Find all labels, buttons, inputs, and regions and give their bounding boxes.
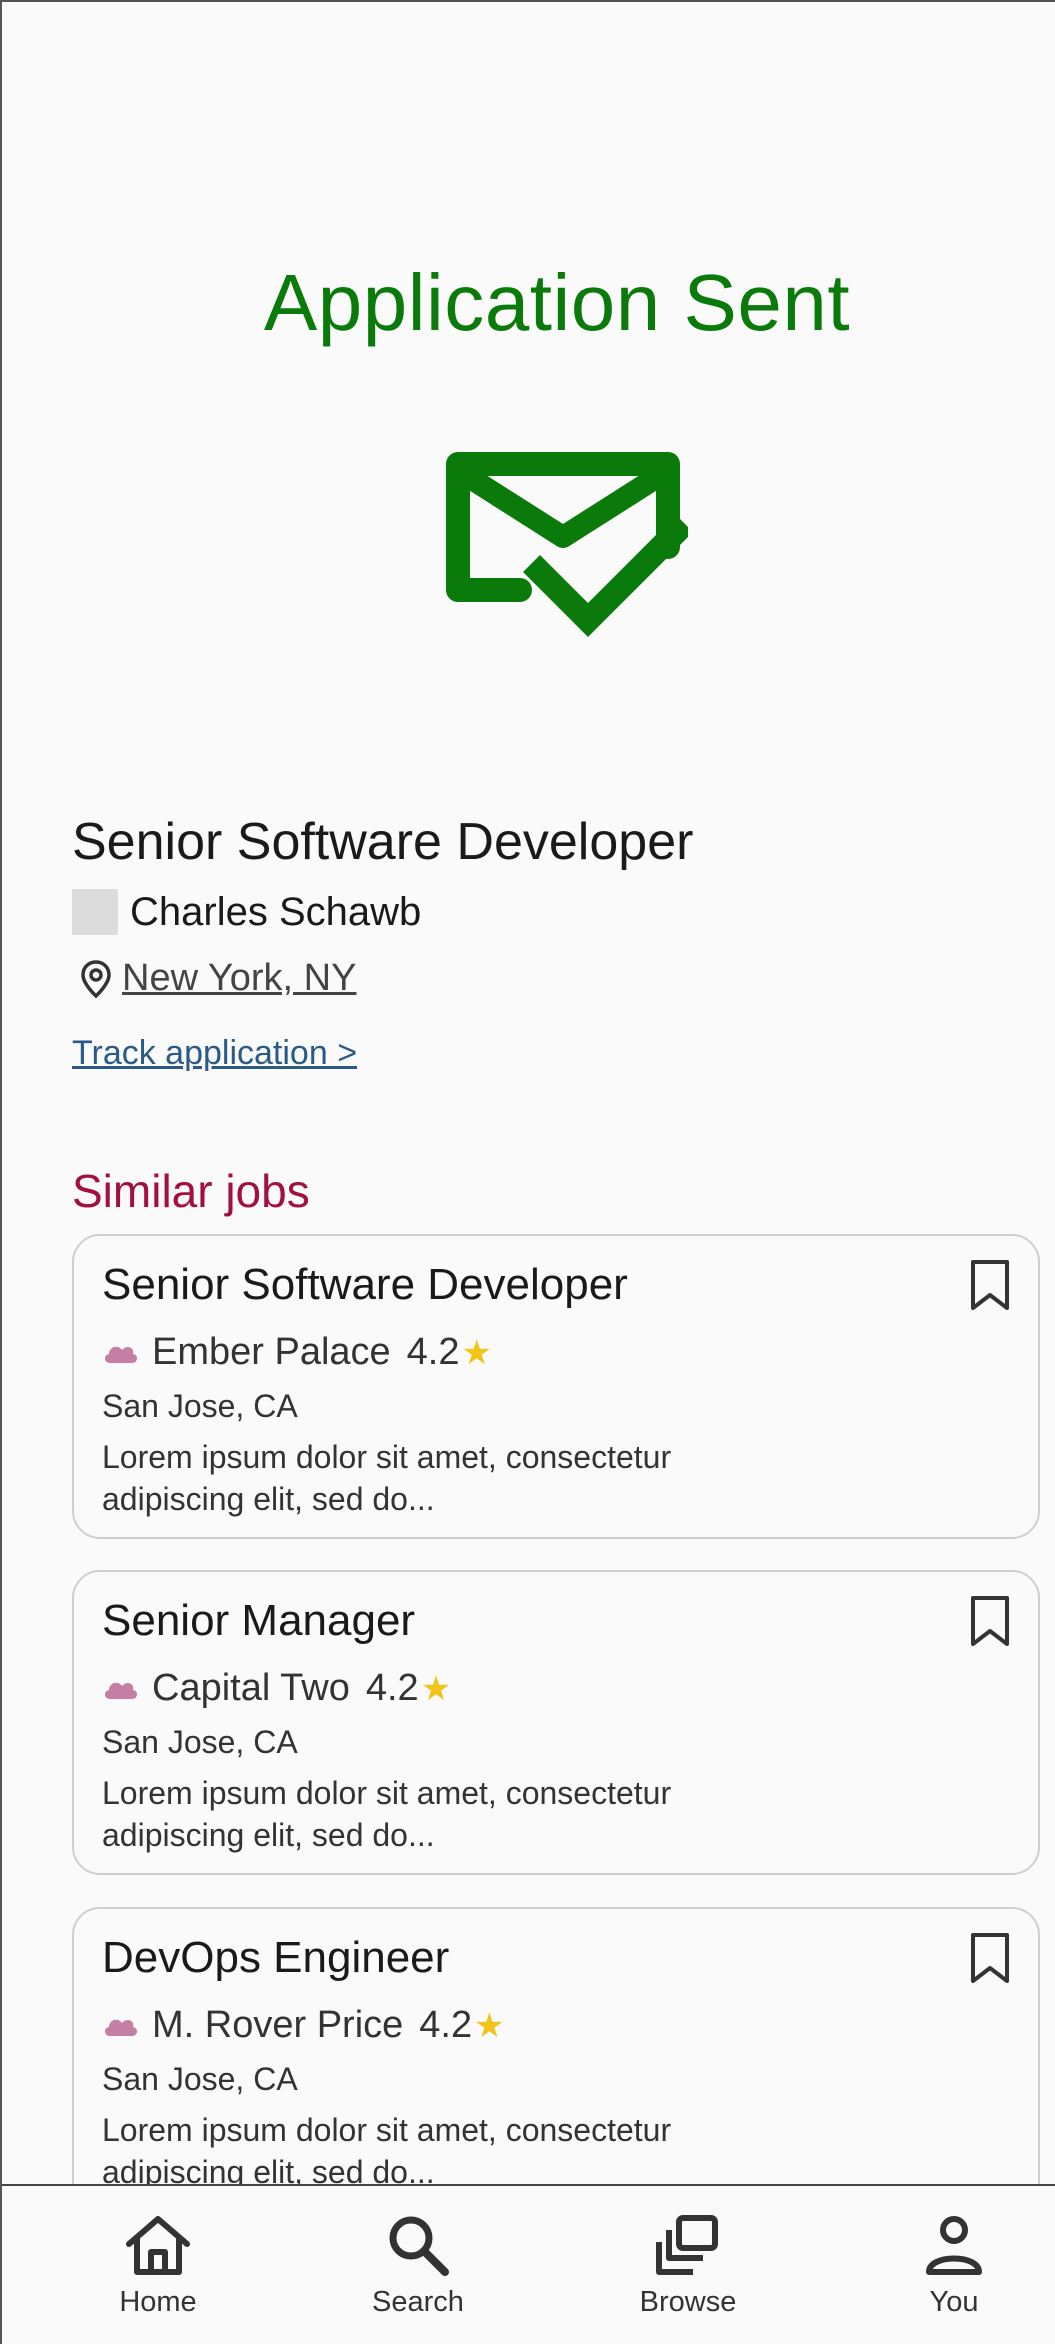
track-application-link[interactable]: Track application > [72,1034,357,1073]
star-icon: ★ [461,1333,492,1372]
page-title: Application Sent [263,258,851,347]
nav-item-you[interactable]: You [884,2212,1024,2319]
similar-jobs-heading: Similar jobs [72,1165,310,1217]
nav-item-search[interactable]: Search [348,2212,488,2319]
job-card-company: Ember Palace 4.2 ★ [102,1331,492,1374]
company-name: Charles Schawb [130,889,422,934]
location-pin-icon [81,959,111,998]
job-card-location: San Jose, CA [102,2061,298,2097]
applied-location[interactable]: New York, NY [80,957,356,1000]
star-icon: ★ [420,1669,452,1708]
bookmark-icon[interactable] [968,1594,1012,1648]
person-icon [926,2216,982,2275]
bookmark-icon[interactable] [968,1258,1012,1312]
home-icon [126,2216,190,2275]
company-name: Ember Palace [152,1331,391,1373]
applied-job-title: Senior Software Developer [72,813,694,871]
rating: 4.2 [406,1331,460,1373]
nav-item-browse[interactable]: Browse [618,2212,758,2319]
company-name: M. Rover Price [152,2004,404,2046]
nav-label-home: Home [119,2286,197,2318]
bottom-nav: Home Search Browse You [2,2184,1055,2344]
job-card-description: Lorem ipsum dolor sit amet, consectetur … [102,1775,672,1853]
applied-company: Charles Schawb [72,889,421,935]
job-card-title: Senior Software Developer [102,1260,628,1309]
mail-check-icon [446,452,688,637]
job-card-company: Capital Two 4.2 ★ [102,1667,451,1710]
location-link[interactable]: New York, NY [122,957,356,1000]
rating: 4.2 [419,2004,473,2046]
browse-icon [656,2215,718,2275]
job-card-description: Lorem ipsum dolor sit amet, consectetur … [102,1439,672,1517]
nav-label-browse: Browse [639,2286,737,2318]
nav-label-you: You [929,2286,979,2318]
cloud-icon [104,1682,138,1699]
job-card-description: Lorem ipsum dolor sit amet, consectetur … [102,2112,672,2190]
cloud-icon [104,2019,138,2036]
company-name: Capital Two [152,1667,350,1709]
job-card[interactable]: Senior Manager Capital Two 4.2 ★ San Jos… [72,1570,1040,1875]
job-card-location: San Jose, CA [102,1724,298,1760]
bookmark-icon[interactable] [968,1931,1012,1985]
job-card[interactable]: DevOps Engineer M. Rover Price 4.2 ★ San… [72,1907,1040,2212]
job-card-location: San Jose, CA [102,1388,298,1424]
screen: Application Sent Senior Software Develop… [0,0,1055,2344]
company-logo [72,889,118,935]
nav-label-search: Search [372,2286,464,2318]
search-icon [389,2216,449,2276]
cloud-icon [104,1346,138,1363]
job-card-title: Senior Manager [102,1596,416,1645]
star-icon: ★ [474,2006,505,2045]
job-card[interactable]: Senior Software Developer Ember Palace 4… [72,1234,1040,1539]
job-card-company: M. Rover Price 4.2 ★ [102,2004,505,2047]
nav-item-home[interactable]: Home [88,2212,228,2319]
rating: 4.2 [365,1667,419,1709]
job-card-title: DevOps Engineer [102,1933,450,1982]
